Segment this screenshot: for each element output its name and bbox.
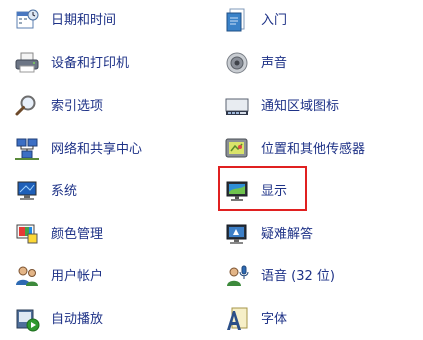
item-label[interactable]: 自动播放 [51,313,103,326]
item-label[interactable]: 颜色管理 [51,228,103,241]
item-color-management[interactable]: 颜色管理 [14,219,204,249]
item-display[interactable]: 显示 [224,176,414,206]
item-label[interactable]: 语音 (32 位) [261,270,335,283]
item-label[interactable]: 入门 [261,14,287,27]
item-location-sensors[interactable]: 位置和其他传感器 [224,134,414,164]
item-system[interactable]: 系统 [14,176,204,206]
display-monitor-icon [224,178,250,204]
item-label[interactable]: 字体 [261,313,287,326]
location-sensor-icon [224,136,250,162]
item-network-sharing[interactable]: 网络和共享中心 [14,134,204,164]
troubleshooting-icon [224,221,250,247]
item-label[interactable]: 显示 [261,185,287,198]
item-label[interactable]: 声音 [261,57,287,70]
magnifier-index-icon [14,93,40,119]
item-sound[interactable]: 声音 [224,48,414,78]
item-user-accounts[interactable]: 用户帐户 [14,261,204,291]
item-label[interactable]: 索引选项 [51,100,103,113]
network-icon [14,136,40,162]
speech-microphone-icon [224,263,250,289]
fonts-icon [224,306,250,332]
speaker-icon [224,50,250,76]
item-label[interactable]: 通知区域图标 [261,100,339,113]
item-date-time[interactable]: 日期和时间 [14,5,204,35]
item-speech[interactable]: 语音 (32 位) [224,261,414,291]
item-getting-started[interactable]: 入门 [224,5,414,35]
item-devices-printers[interactable]: 设备和打印机 [14,48,204,78]
calendar-clock-icon [14,7,40,33]
item-label[interactable]: 日期和时间 [51,14,116,27]
item-label[interactable]: 设备和打印机 [51,57,129,70]
notification-area-icon [224,93,250,119]
item-troubleshooting[interactable]: 疑难解答 [224,219,414,249]
color-management-icon [14,221,40,247]
item-notification-area-icons[interactable]: 通知区域图标 [224,91,414,121]
item-label[interactable]: 网络和共享中心 [51,143,142,156]
autoplay-icon [14,306,40,332]
item-label[interactable]: 用户帐户 [51,270,103,283]
getting-started-icon [224,7,250,33]
item-label[interactable]: 疑难解答 [261,228,313,241]
system-computer-icon [14,178,40,204]
item-fonts[interactable]: 字体 [224,304,414,334]
user-accounts-icon [14,263,40,289]
item-autoplay[interactable]: 自动播放 [14,304,204,334]
printer-icon [14,50,40,76]
item-label[interactable]: 系统 [51,185,77,198]
item-indexing-options[interactable]: 索引选项 [14,91,204,121]
item-label[interactable]: 位置和其他传感器 [261,143,365,156]
control-panel-items: 日期和时间 设备和打印机 索引选项 网络和共享中心 系统 颜色管理 用户帐户 自… [0,0,423,340]
